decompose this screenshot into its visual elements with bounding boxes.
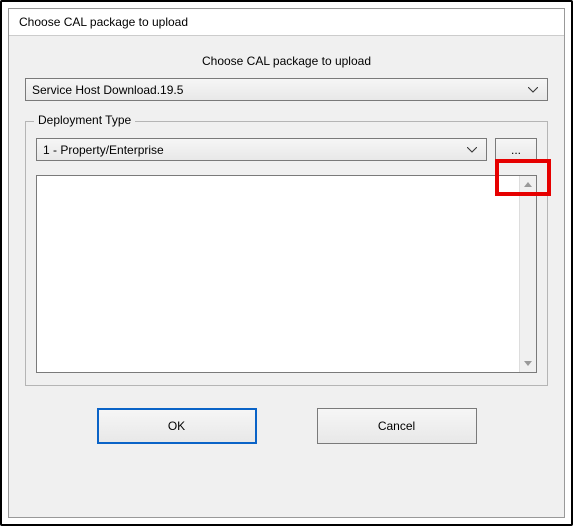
browse-button[interactable]: ... [495, 138, 537, 161]
deployment-type-group: Deployment Type 1 - Property/Enterprise … [25, 121, 548, 386]
scrollbar[interactable] [519, 176, 536, 372]
titlebar: Choose CAL package to upload [9, 9, 564, 36]
browse-button-label: ... [511, 143, 521, 157]
screenshot-frame: Choose CAL package to upload Choose CAL … [0, 0, 573, 526]
deployment-listbox-content [37, 176, 519, 372]
deployment-type-combo-text: 1 - Property/Enterprise [43, 143, 464, 157]
ok-button[interactable]: OK [97, 408, 257, 444]
chevron-down-icon [525, 87, 541, 93]
package-combo-text: Service Host Download.19.5 [32, 83, 525, 97]
deployment-type-combo[interactable]: 1 - Property/Enterprise [36, 138, 487, 161]
ok-button-label: OK [168, 419, 185, 433]
deployment-listbox[interactable] [36, 175, 537, 373]
window-title: Choose CAL package to upload [19, 15, 188, 29]
cancel-button-label: Cancel [378, 419, 415, 433]
dialog-body: Choose CAL package to upload Service Hos… [9, 36, 564, 456]
dialog-button-row: OK Cancel [25, 408, 548, 444]
scroll-up-icon[interactable] [520, 176, 536, 193]
header-label: Choose CAL package to upload [25, 54, 548, 68]
chevron-down-icon [464, 147, 480, 153]
package-combo[interactable]: Service Host Download.19.5 [25, 78, 548, 101]
scroll-down-icon[interactable] [520, 355, 536, 372]
cancel-button[interactable]: Cancel [317, 408, 477, 444]
deployment-type-legend: Deployment Type [34, 113, 135, 127]
deployment-type-row: 1 - Property/Enterprise ... [36, 138, 537, 161]
dialog-window: Choose CAL package to upload Choose CAL … [8, 8, 565, 518]
